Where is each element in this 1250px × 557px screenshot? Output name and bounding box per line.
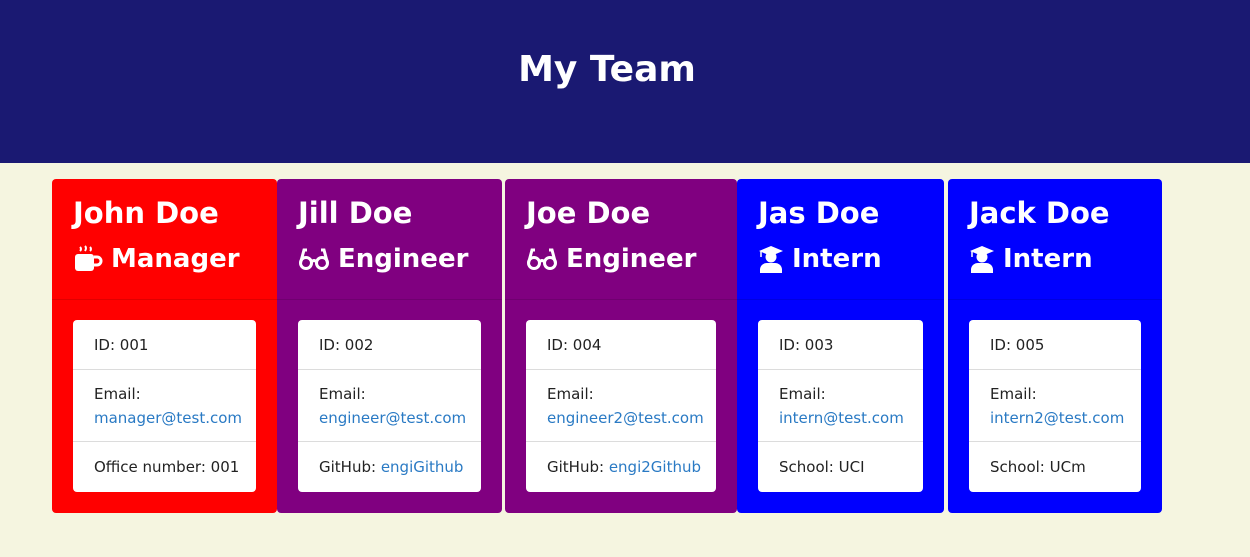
school: School: UCI	[779, 458, 865, 476]
email-label: Email:	[779, 385, 826, 403]
employee-email-row: Email: engineer@test.com	[298, 382, 481, 430]
card-header: Jill Doe Engineer	[277, 179, 502, 300]
divider	[969, 441, 1141, 442]
employee-email-row: Email: manager@test.com	[73, 382, 256, 430]
employee-id: ID: 002	[319, 336, 374, 354]
graduate-icon	[759, 246, 783, 273]
employee-name: Joe Doe	[526, 196, 651, 230]
email-label: Email:	[990, 385, 1037, 403]
github-label: GitHub:	[547, 458, 609, 476]
graduate-icon	[970, 246, 994, 273]
employee-name: John Doe	[73, 196, 219, 230]
card-header: Joe Doe Engineer	[505, 179, 737, 300]
employee-id: ID: 005	[990, 336, 1045, 354]
glasses-icon	[527, 248, 557, 270]
card-header: Jack Doe Intern	[948, 179, 1162, 300]
employee-email-row: Email: engineer2@test.com	[526, 382, 716, 430]
employee-role-label: Engineer	[338, 244, 469, 274]
divider	[969, 369, 1141, 370]
employee-card-manager: John Doe Manager ID: 001 Email: manager@…	[52, 179, 277, 513]
github-label: GitHub:	[319, 458, 381, 476]
email-link[interactable]: intern2@test.com	[990, 409, 1124, 427]
divider	[526, 369, 716, 370]
divider	[758, 369, 923, 370]
email-link[interactable]: intern@test.com	[779, 409, 904, 427]
employee-role-label: Intern	[1003, 244, 1093, 274]
school: School: UCm	[990, 458, 1086, 476]
employee-email-row: Email: intern@test.com	[758, 382, 923, 430]
employee-card-intern: Jas Doe Intern ID: 003 Email: intern@tes…	[737, 179, 944, 513]
employee-role: Intern	[969, 241, 1093, 277]
employee-info-list: ID: 001 Email: manager@test.com Office n…	[73, 320, 256, 492]
employee-info-list: ID: 003 Email: intern@test.com School: U…	[758, 320, 923, 492]
email-label: Email:	[319, 385, 366, 403]
divider	[73, 441, 256, 442]
employee-name: Jill Doe	[298, 196, 413, 230]
divider	[526, 441, 716, 442]
employee-info-list: ID: 004 Email: engineer2@test.com GitHub…	[526, 320, 716, 492]
employee-role-label: Intern	[792, 244, 882, 274]
divider	[298, 441, 481, 442]
employee-info-list: ID: 005 Email: intern2@test.com School: …	[969, 320, 1141, 492]
employee-info-list: ID: 002 Email: engineer@test.com GitHub:…	[298, 320, 481, 492]
employee-role: Engineer	[526, 241, 696, 277]
card-header: Jas Doe Intern	[737, 179, 944, 300]
page-header: My Team	[0, 0, 1250, 163]
page-title: My Team	[518, 49, 696, 90]
github-row: GitHub: engiGithub	[298, 455, 481, 479]
employee-id: ID: 003	[779, 336, 834, 354]
github-row: GitHub: engi2Github	[526, 455, 716, 479]
divider	[298, 369, 481, 370]
employee-role: Engineer	[298, 241, 468, 277]
employee-role-label: Engineer	[566, 244, 697, 274]
employee-card-engineer: Jill Doe Engineer ID: 002 Email: enginee…	[277, 179, 502, 513]
employee-id: ID: 001	[94, 336, 149, 354]
coffee-mug-icon	[75, 245, 103, 271]
email-link[interactable]: manager@test.com	[94, 409, 242, 427]
github-link[interactable]: engi2Github	[609, 458, 701, 476]
employee-role: Intern	[758, 241, 882, 277]
employee-email-row: Email: intern2@test.com	[969, 382, 1141, 430]
employee-card-engineer: Joe Doe Engineer ID: 004 Email: engineer…	[505, 179, 737, 513]
employee-card-intern: Jack Doe Intern ID: 005 Email: intern2@t…	[948, 179, 1162, 513]
email-link[interactable]: engineer2@test.com	[547, 409, 704, 427]
github-link[interactable]: engiGithub	[381, 458, 464, 476]
card-header: John Doe Manager	[52, 179, 277, 300]
email-label: Email:	[94, 385, 141, 403]
employee-name: Jack Doe	[969, 196, 1110, 230]
office-number: Office number: 001	[94, 458, 240, 476]
divider	[758, 441, 923, 442]
employee-name: Jas Doe	[758, 196, 880, 230]
employee-role: Manager	[73, 241, 240, 277]
employee-id: ID: 004	[547, 336, 602, 354]
glasses-icon	[299, 248, 329, 270]
divider	[73, 369, 256, 370]
employee-role-label: Manager	[111, 244, 240, 274]
email-label: Email:	[547, 385, 594, 403]
email-link[interactable]: engineer@test.com	[319, 409, 466, 427]
